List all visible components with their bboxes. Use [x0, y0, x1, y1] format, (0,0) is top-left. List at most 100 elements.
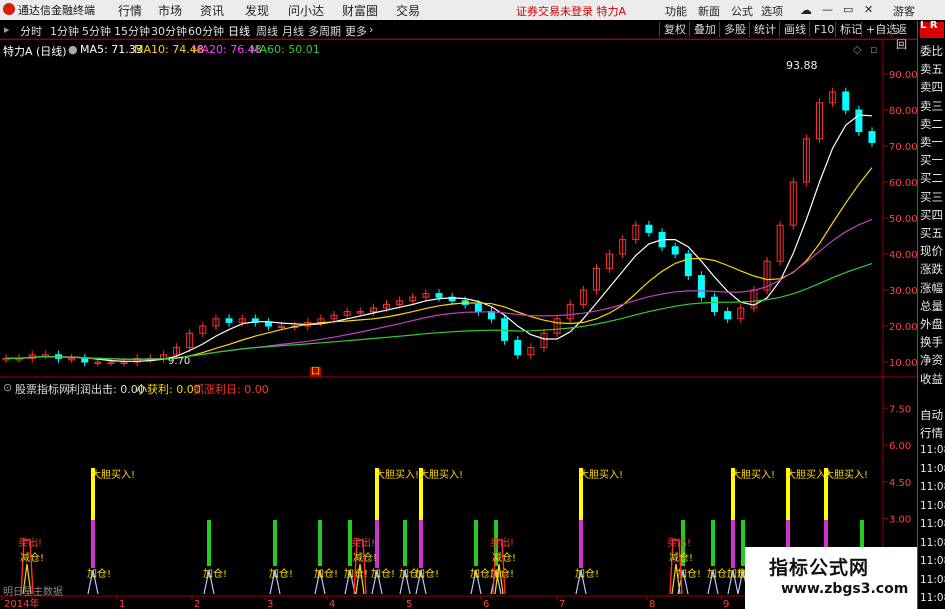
sell-signal-label: 卖出!: [490, 536, 514, 549]
sidebar-field[interactable]: 换手: [920, 333, 945, 351]
candle-body: [868, 131, 876, 143]
candle-body: [855, 109, 863, 133]
sell-signal-label: 卖出!: [667, 536, 691, 549]
x-tick-label: 5: [406, 599, 412, 609]
event-marker[interactable]: 囗: [310, 367, 322, 377]
ind-tick-label: 4.50: [889, 478, 911, 489]
reduce-signal-label: 减仓!: [669, 551, 693, 564]
sidebar-field[interactable]: 卖二: [920, 115, 945, 133]
ind-tick-label: 7.50: [889, 404, 911, 415]
buy-signal-bar: [91, 520, 95, 568]
sidebar-field[interactable]: 买五: [920, 224, 945, 242]
buy-signal-bar: [731, 520, 735, 568]
add-signal-label: 加仓!: [269, 567, 293, 580]
ma-line-10: [6, 167, 873, 360]
sell-signal-label: 卖出!: [18, 536, 42, 549]
reduce-signal-label: 减仓!: [492, 551, 516, 564]
candle-body: [684, 253, 692, 277]
indicator-item-2: 小获利: 0.00: [136, 383, 201, 396]
sidebar-time: 11:08: [920, 573, 945, 586]
candle-body: [501, 318, 509, 341]
price-tick-label: 40.00: [889, 250, 917, 261]
reduce-signal-label: 减仓!: [20, 551, 44, 564]
sidebar-field[interactable]: 外盘: [920, 315, 945, 333]
sidebar-field[interactable]: 总量: [920, 297, 945, 315]
sidebar-field[interactable]: 买一: [920, 151, 945, 169]
add-signal-bar: [403, 520, 407, 566]
sidebar-field[interactable]: 行情: [920, 424, 945, 442]
candle-body: [225, 318, 233, 323]
ma-line-20: [6, 218, 873, 360]
price-tick-label: 10.00: [889, 358, 917, 369]
sidebar-field[interactable]: 卖五: [920, 60, 945, 78]
add-signal-label: 加仓!: [314, 567, 338, 580]
candle-body: [474, 303, 482, 313]
sidebar-time: 11:08: [920, 518, 945, 530]
x-tick-label: 9: [723, 599, 729, 609]
indicator-name: 股票指标网: [15, 383, 70, 396]
quote-sidebar: L R 委比 卖五 卖四 卖三 卖二 卖一 买一 买二 买三 买四 买五 现价 涨跌 涨幅 总量 外盘 换手 净资…: [917, 21, 945, 609]
add-signal-label: 加仓!: [575, 567, 599, 580]
sidebar-field[interactable]: 买二: [920, 169, 945, 187]
sidebar-field[interactable]: 买四: [920, 206, 945, 224]
sidebar-time: 11:08: [920, 536, 945, 549]
candle-body: [711, 296, 719, 313]
sidebar-field[interactable]: 涨幅: [920, 279, 945, 297]
lr-toggle-icon[interactable]: L R: [920, 21, 944, 38]
sidebar-time: 11:08: [920, 555, 945, 567]
sell-signal-label: 卖出!: [351, 536, 375, 549]
sidebar-time: 11:08: [920, 499, 945, 512]
buy-signal-bar: [579, 520, 583, 568]
x-tick-label: 4: [329, 599, 335, 609]
watermark-url: www.zbgs3.com: [781, 581, 909, 597]
candle-body: [81, 357, 89, 363]
add-signal-bar: [273, 520, 277, 566]
watermark-box: 指标公式网 www.zbgs3.com: [745, 547, 917, 609]
x-tick-label: 1: [119, 599, 125, 609]
buy-signal-label: 大胆买入!: [824, 468, 868, 481]
indicator-settings-icon[interactable]: ⊙: [3, 381, 12, 394]
candle-body: [645, 224, 653, 233]
sidebar-field[interactable]: 自动: [920, 406, 945, 424]
price-tick-label: 90.00: [889, 70, 917, 81]
buy-signal-label: 大胆买入!: [579, 468, 623, 481]
add-signal-bar: [711, 520, 715, 566]
sidebar-field[interactable]: 涨跌: [920, 260, 945, 278]
buy-signal-label: 大胆买入!: [731, 468, 775, 481]
sidebar-field[interactable]: 收益: [920, 370, 945, 388]
candle-body: [724, 311, 732, 320]
add-signal-label: 加仓!: [203, 567, 227, 580]
kline-chart[interactable]: 90.00 80.00 70.00 60.00 50.00 40.00 30.00 20.00…: [0, 0, 917, 609]
sidebar-field[interactable]: 委比: [920, 42, 945, 60]
buy-signal-label: 大胆买入!: [375, 468, 419, 481]
ind-tick-label: 6.00: [889, 441, 911, 452]
sidebar-time: 11:08: [920, 481, 945, 493]
add-signal-bar: [207, 520, 211, 566]
candle-body: [514, 339, 522, 356]
candle-body: [671, 246, 679, 255]
x-tick-label: 6: [483, 599, 489, 609]
ma-line-5: [6, 114, 873, 362]
buy-signal-bar: [419, 520, 423, 568]
ma-line-40: [6, 263, 873, 360]
price-tick-label: 80.00: [889, 106, 917, 117]
add-signal-label: 加仓!: [707, 567, 731, 580]
price-tick-label: 50.00: [889, 214, 917, 225]
price-tick-label: 30.00: [889, 286, 917, 297]
sidebar-field[interactable]: 净资: [920, 351, 945, 369]
add-signal-bar: [318, 520, 322, 566]
price-tick-label: 20.00: [889, 322, 917, 333]
add-signal-bar: [474, 520, 478, 566]
corner-text: 明日星主数据: [3, 587, 63, 598]
sidebar-time: 11:08: [920, 592, 945, 604]
x-tick-label: 7: [559, 599, 565, 609]
sidebar-field[interactable]: 现价: [920, 242, 945, 260]
sidebar-field[interactable]: 买三: [920, 188, 945, 206]
add-signal-label: 加仓!: [371, 567, 395, 580]
x-tick-label: 3: [267, 599, 273, 609]
sidebar-field[interactable]: 卖一: [920, 133, 945, 151]
sidebar-time: 11:08: [920, 462, 945, 475]
sidebar-time: 11:08: [920, 444, 945, 456]
sidebar-field[interactable]: 卖四: [920, 78, 945, 96]
sidebar-field[interactable]: 卖三: [920, 97, 945, 115]
